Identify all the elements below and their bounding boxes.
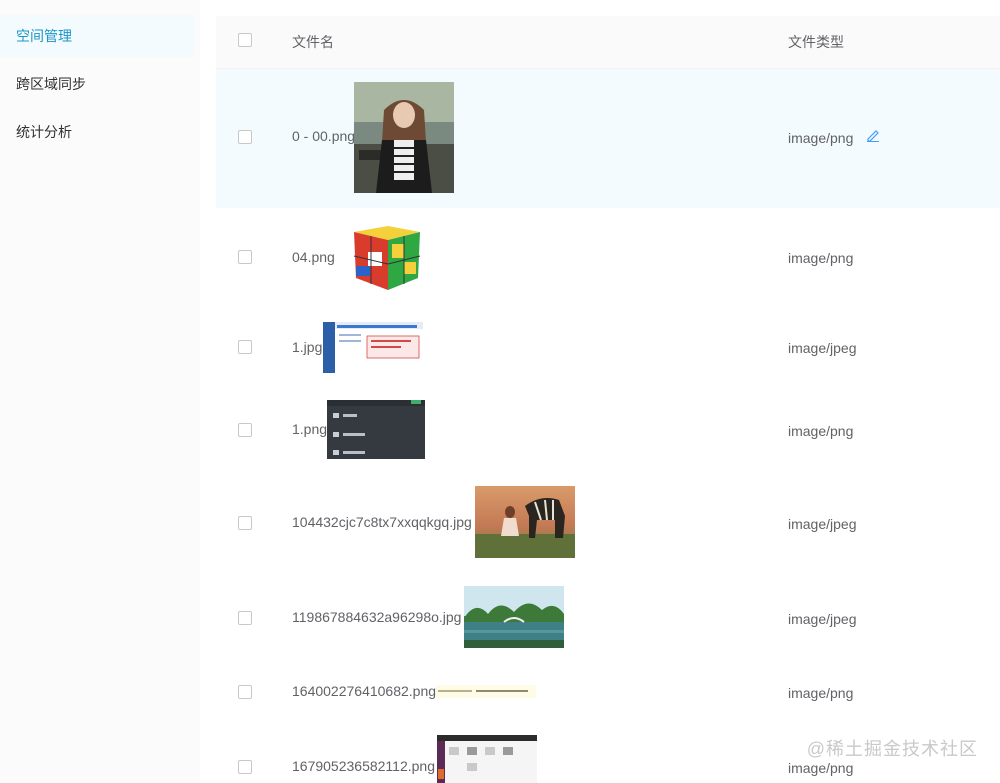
image-thumbnail[interactable] (475, 486, 575, 558)
table-row[interactable]: 164002276410682.png image/png (216, 664, 1000, 720)
file-table: 文件名 文件类型 0 - 00.png image/png 04.png ima… (216, 0, 1000, 783)
file-name: 1.png (292, 421, 328, 437)
image-thumbnail[interactable] (348, 222, 426, 294)
row-checkbox[interactable] (238, 760, 252, 774)
file-name: 119867884632a96298o.jpg (292, 609, 462, 625)
column-header-filetype: 文件类型 (788, 34, 844, 50)
file-type: image/png (788, 423, 854, 439)
table-row[interactable]: 04.png image/png (216, 208, 1000, 306)
file-name: 104432cjc7c8tx7xxqqkgq.jpg (292, 514, 472, 530)
sidebar-item-statistics[interactable]: 统计分析 (0, 111, 194, 153)
table-row[interactable]: 104432cjc7c8tx7xxqqkgq.jpg image/jpeg (216, 472, 1000, 572)
file-type: image/png (788, 130, 854, 146)
row-checkbox[interactable] (238, 611, 252, 625)
table-row[interactable]: 0 - 00.png image/png (216, 69, 1000, 208)
edit-pencil-icon[interactable] (866, 128, 880, 145)
row-checkbox[interactable] (238, 250, 252, 264)
file-type: image/png (788, 685, 854, 701)
table-header: 文件名 文件类型 (216, 16, 1000, 69)
image-thumbnail[interactable] (464, 586, 564, 648)
select-all-checkbox[interactable] (238, 33, 252, 47)
column-header-filename: 文件名 (292, 34, 334, 50)
file-type: image/png (788, 760, 854, 776)
image-thumbnail[interactable] (327, 400, 425, 459)
image-thumbnail[interactable] (436, 685, 536, 698)
row-checkbox[interactable] (238, 340, 252, 354)
file-type: image/jpeg (788, 611, 857, 627)
image-thumbnail[interactable] (437, 735, 537, 783)
file-type: image/jpeg (788, 516, 857, 532)
sidebar-item-space-management[interactable]: 空间管理 (0, 15, 194, 57)
sidebar: 空间管理 跨区域同步 统计分析 (0, 0, 200, 783)
file-name: 04.png (292, 249, 335, 265)
file-type: image/png (788, 250, 854, 266)
image-thumbnail[interactable] (323, 322, 423, 373)
sidebar-item-cross-region-sync[interactable]: 跨区域同步 (0, 63, 194, 105)
row-checkbox[interactable] (238, 130, 252, 144)
watermark: @稀土掘金技术社区 (806, 739, 978, 759)
file-name: 0 - 00.png (292, 128, 356, 144)
image-thumbnail[interactable] (354, 82, 454, 193)
row-checkbox[interactable] (238, 516, 252, 530)
row-checkbox[interactable] (238, 685, 252, 699)
file-type: image/jpeg (788, 340, 857, 356)
table-row[interactable]: 119867884632a96298o.jpg image/jpeg (216, 572, 1000, 664)
file-name: 164002276410682.png (292, 683, 437, 699)
file-name: 167905236582112.png (292, 758, 436, 774)
row-checkbox[interactable] (238, 423, 252, 437)
file-name: 1.jpg (292, 339, 323, 355)
table-row[interactable]: 1.png image/png (216, 388, 1000, 472)
table-row[interactable]: 1.jpg image/jpeg (216, 306, 1000, 388)
